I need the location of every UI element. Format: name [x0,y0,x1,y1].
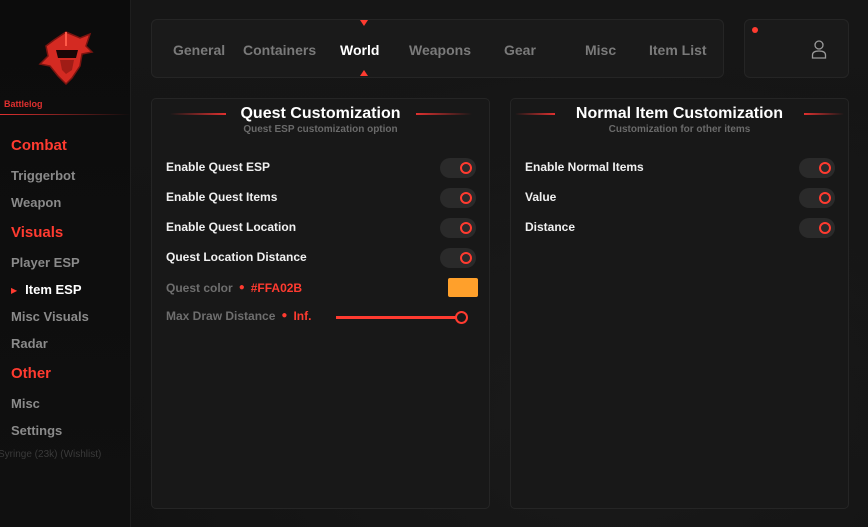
setting-row: Enable Normal Items [525,158,835,178]
tab-gear[interactable]: Gear [504,42,536,58]
setting-label: Quest Location Distance [166,250,307,264]
setting-row: Distance [525,218,835,238]
separator-dot-icon: ● [238,282,245,293]
setting-label: Enable Quest Location [166,220,297,234]
status-dot [752,27,758,33]
enable-quest-esp-toggle[interactable] [440,158,476,178]
panel-title: Quest Customization [240,105,401,122]
max-draw-distance-row: Max Draw Distance ● Inf. [166,307,476,327]
sidebar-item-misc[interactable]: Misc [11,396,40,411]
quest-color-row: Quest color ● #FFA02B [166,278,478,299]
setting-label: Enable Quest Items [166,190,278,204]
panel-subtitle: Customization for other items [608,124,751,135]
tab-misc[interactable]: Misc [585,42,616,58]
panel-title: Normal Item Customization [575,105,784,122]
active-tab-marker-bottom-icon [360,70,368,76]
quest-color-label: Quest color ● #FFA02B [166,281,302,295]
sidebar: Battlelog Combat Triggerbot Weapon Visua… [0,0,131,527]
max-draw-distance-slider-handle[interactable] [455,311,468,324]
quest-color-swatch[interactable] [448,278,478,297]
tab-bar: General Containers World Weapons Gear Mi… [151,19,724,78]
toggle-knob-icon [819,222,831,234]
setting-row: Enable Quest Location [166,218,476,238]
setting-label: Value [525,190,557,204]
sidebar-item-player-esp[interactable]: Player ESP [11,255,80,270]
value-toggle[interactable] [799,188,835,208]
enable-normal-items-toggle[interactable] [799,158,835,178]
tab-item-list[interactable]: Item List [649,42,707,58]
brand-divider [0,114,131,115]
tab-weapons[interactable]: Weapons [409,42,471,58]
toggle-knob-icon [460,252,472,264]
toggle-knob-icon [819,192,831,204]
panel-subtitle: Quest ESP customization option [243,124,398,135]
setting-row: Enable Quest Items [166,188,476,208]
knight-helmet-logo-icon [38,31,94,86]
brand-name: Battlelog [4,99,43,109]
toggle-knob-icon [819,162,831,174]
sidebar-section-visuals: Visuals [11,224,64,241]
tab-containers[interactable]: Containers [243,42,316,58]
background-game-text: Syringe (23k) (Wishlist) [0,449,102,460]
sidebar-item-radar[interactable]: Radar [11,336,48,351]
max-draw-distance-text: Max Draw Distance [166,309,276,323]
tab-general[interactable]: General [173,42,225,58]
max-draw-distance-label: Max Draw Distance ● Inf. [166,309,311,323]
quest-color-hex: #FFA02B [250,281,303,295]
distance-toggle[interactable] [799,218,835,238]
sidebar-item-settings[interactable]: Settings [11,423,62,438]
max-draw-distance-slider-track[interactable] [336,316,458,319]
user-box [744,19,849,78]
setting-row: Quest Location Distance [166,248,476,268]
active-tab-marker-top-icon [360,20,368,26]
sidebar-section-other: Other [11,365,52,382]
sidebar-item-weapon[interactable]: Weapon [11,195,61,210]
setting-row: Value [525,188,835,208]
setting-label: Enable Quest ESP [166,160,271,174]
separator-dot-icon: ● [281,310,288,321]
sidebar-item-item-esp[interactable]: ▶ Item ESP [11,282,82,297]
quest-location-distance-toggle[interactable] [440,248,476,268]
user-icon[interactable] [811,39,827,59]
sidebar-item-label: Item ESP [25,282,82,297]
quest-customization-panel: Quest Customization Quest ESP customizat… [151,98,490,509]
toggle-knob-icon [460,222,472,234]
setting-row: Enable Quest ESP [166,158,476,178]
enable-quest-location-toggle[interactable] [440,218,476,238]
max-draw-distance-value: Inf. [293,309,312,323]
setting-label: Distance [525,220,576,234]
sidebar-section-combat: Combat [11,137,67,154]
normal-item-customization-panel: Normal Item Customization Customization … [510,98,849,509]
setting-label: Enable Normal Items [525,160,644,174]
active-arrow-icon: ▶ [11,286,18,296]
sidebar-item-triggerbot[interactable]: Triggerbot [11,168,75,183]
toggle-knob-icon [460,192,472,204]
tab-world[interactable]: World [340,42,379,58]
toggle-knob-icon [460,162,472,174]
sidebar-item-misc-visuals[interactable]: Misc Visuals [11,309,89,324]
enable-quest-items-toggle[interactable] [440,188,476,208]
quest-color-text: Quest color [166,281,233,295]
